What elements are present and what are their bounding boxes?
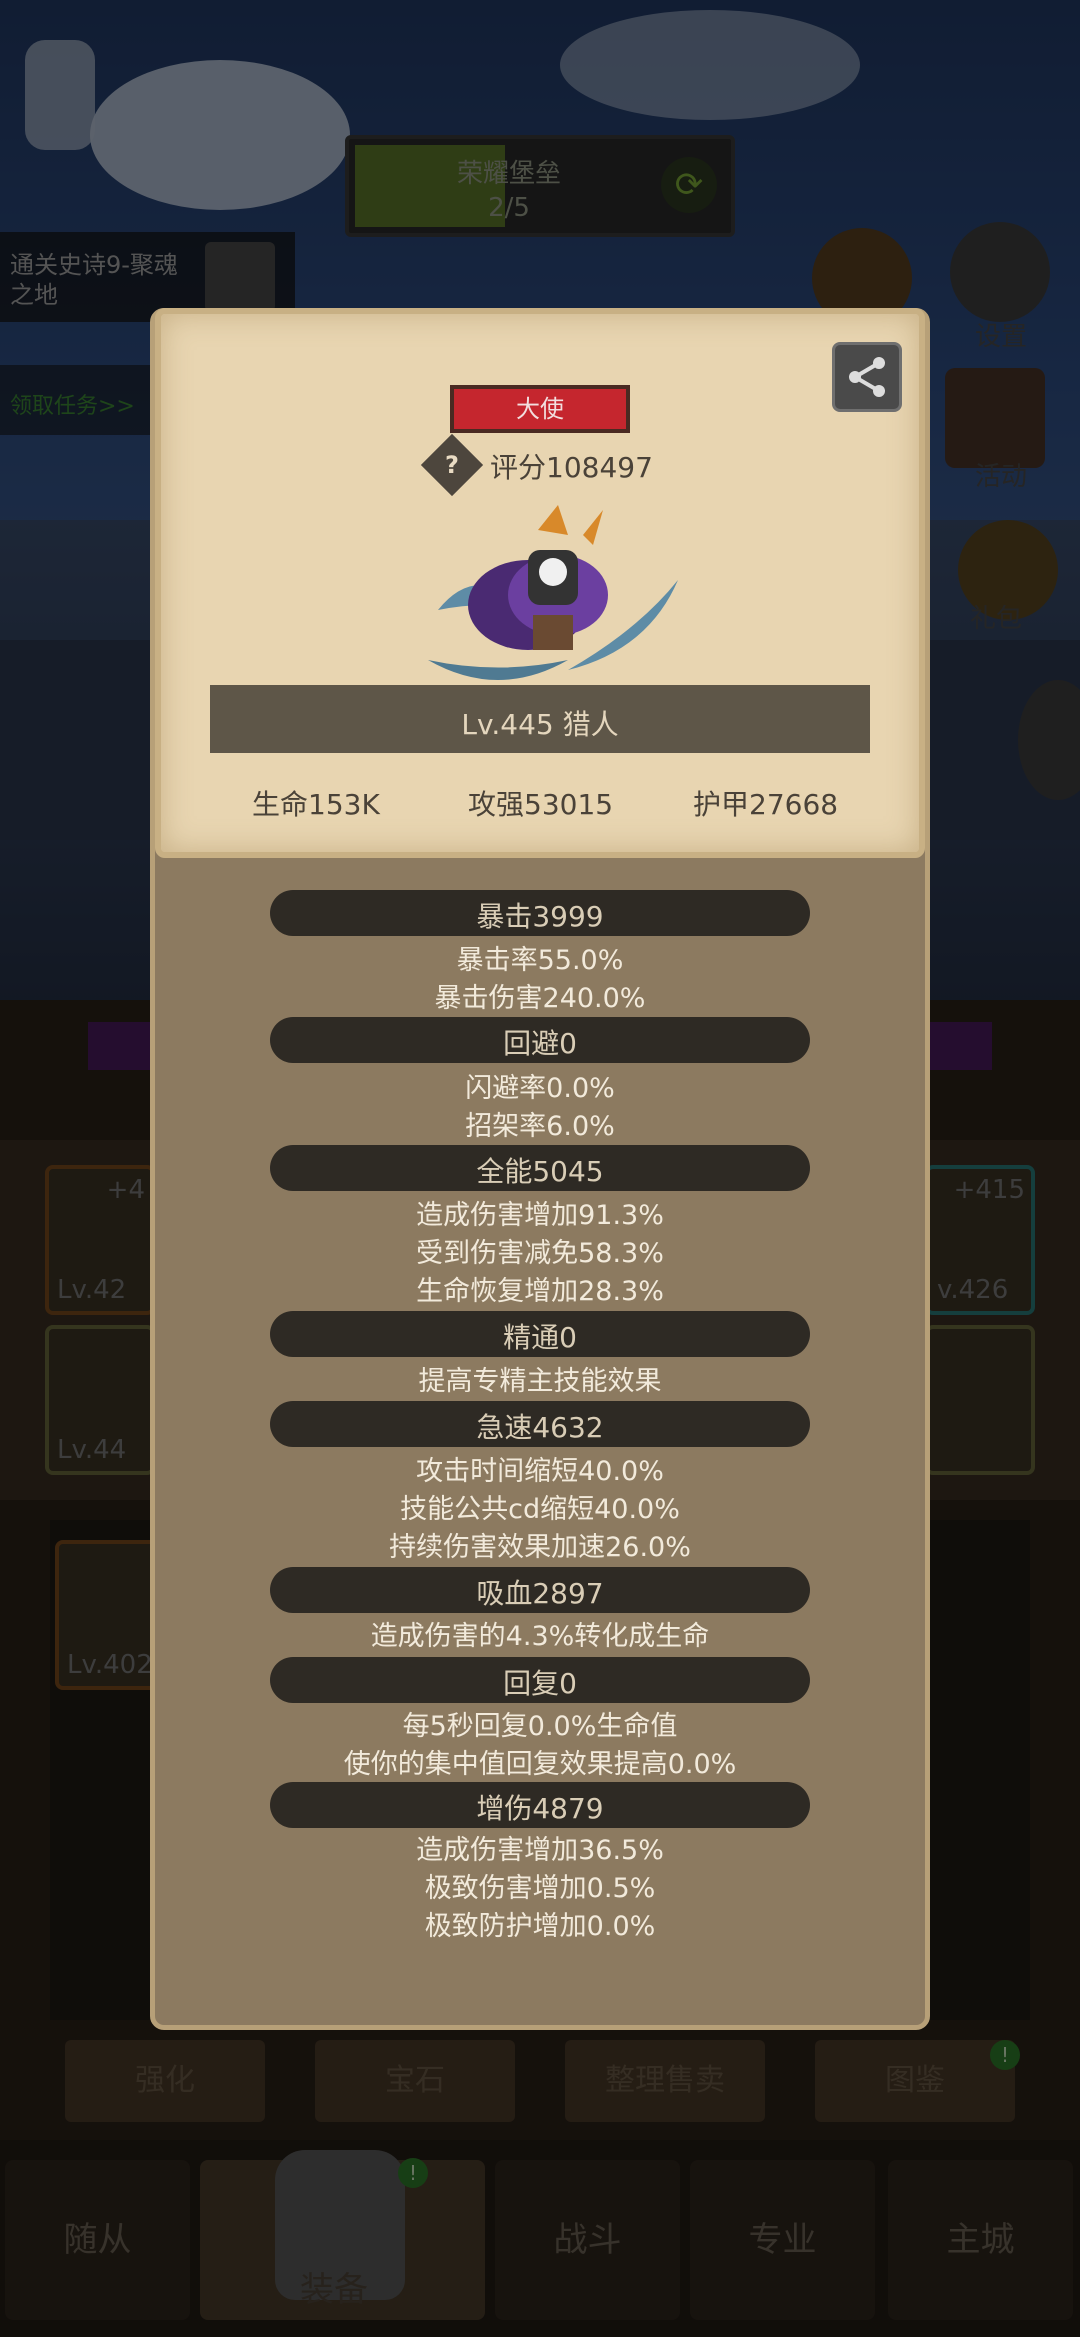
- stat-line: 造成伤害增加36.5%: [416, 1835, 664, 1866]
- stat-line: 受到伤害减免58.3%: [416, 1238, 664, 1269]
- stat-line: 持续伤害效果加速26.0%: [389, 1532, 691, 1563]
- stat-armor: 护甲27668: [693, 788, 839, 821]
- character-name: Lv.445 猎人: [461, 708, 619, 741]
- stat-line: 暴击伤害240.0%: [434, 983, 646, 1014]
- stat-line: 极致防护增加0.0%: [424, 1911, 656, 1942]
- stat-hp: 生命153K: [252, 788, 380, 821]
- rank-badge: 大使: [450, 385, 630, 433]
- score-text: 评分108497: [490, 451, 653, 484]
- stat-line: 每5秒回复0.0%生命值: [402, 1711, 678, 1742]
- stat-line: 造成伤害增加91.3%: [416, 1200, 664, 1231]
- share-button[interactable]: [832, 342, 902, 412]
- stat-line: 提高专精主技能效果: [418, 1366, 662, 1397]
- stat-line: 使你的集中值回复效果提高0.0%: [343, 1749, 737, 1780]
- stat-line: 招架率6.0%: [465, 1111, 615, 1142]
- help-icon-glyph: ?: [445, 451, 459, 479]
- section-title-dodge: 回避0: [503, 1027, 577, 1060]
- stat-line: 闪避率0.0%: [465, 1073, 615, 1104]
- section-title-crit: 暴击3999: [476, 900, 604, 933]
- section-title-regen: 回复0: [503, 1667, 577, 1700]
- section-title-damage-boost: 增伤4879: [476, 1792, 604, 1825]
- section-title-versatility: 全能5045: [476, 1155, 604, 1188]
- stat-line: 暴击率55.0%: [456, 945, 624, 976]
- stat-attack: 攻强53015: [468, 788, 614, 821]
- stat-line: 极致伤害增加0.5%: [424, 1873, 656, 1904]
- share-icon: [849, 357, 885, 397]
- section-title-haste: 急速4632: [476, 1411, 604, 1444]
- stat-line: 攻击时间缩短40.0%: [416, 1456, 664, 1487]
- section-title-lifesteal: 吸血2897: [476, 1577, 604, 1610]
- section-title-mastery: 精通0: [503, 1321, 577, 1354]
- stat-line: 技能公共cd缩短40.0%: [400, 1494, 680, 1525]
- stat-line: 造成伤害的4.3%转化成生命: [370, 1621, 710, 1652]
- stat-line: 生命恢复增加28.3%: [416, 1276, 664, 1307]
